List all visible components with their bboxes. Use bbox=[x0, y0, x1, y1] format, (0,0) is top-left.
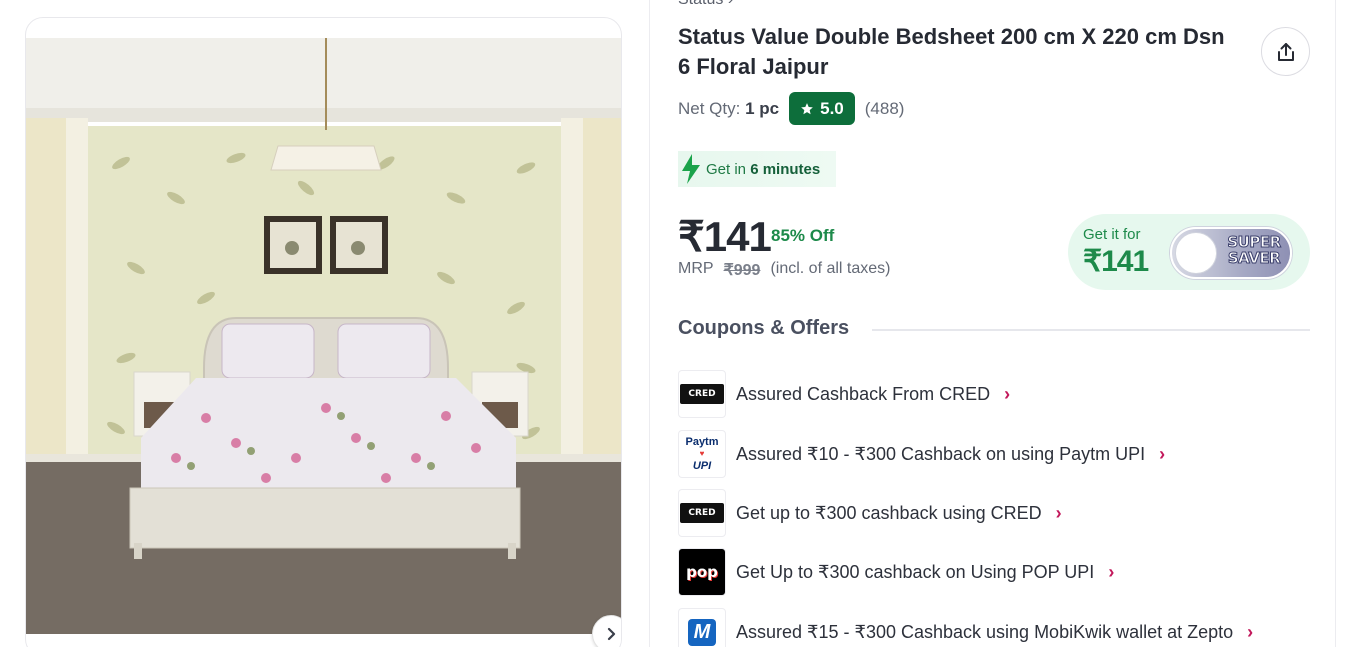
heart-icon: ♥ bbox=[699, 449, 705, 458]
chevron-right-icon: › bbox=[1247, 621, 1254, 642]
super-saver-toggle-label: SUPER SAVER bbox=[1224, 233, 1284, 267]
super-saver-toggle[interactable]: SUPER SAVER bbox=[1170, 227, 1292, 279]
offer-item-cred-upto[interactable]: CRED Get up to ₹300 cashback using CRED … bbox=[678, 489, 1318, 537]
toggle-knob bbox=[1175, 232, 1217, 274]
breadcrumb-separator: › bbox=[728, 0, 733, 8]
breadcrumb-brand[interactable]: Status bbox=[678, 0, 723, 8]
offer-text: Get Up to ₹300 cashback on Using POP UPI bbox=[736, 561, 1095, 582]
mrp-value: ₹999 bbox=[723, 262, 761, 279]
share-button[interactable] bbox=[1261, 27, 1310, 76]
offer-item-mobikwik[interactable]: M Assured ₹15 - ₹300 Cashback using Mobi… bbox=[678, 608, 1318, 647]
mrp-row: MRP ₹999 (incl. of all taxes) bbox=[678, 260, 890, 280]
selling-price: ₹141 bbox=[678, 213, 772, 260]
net-qty: Net Qty: 1 pc bbox=[678, 99, 779, 119]
chevron-right-icon bbox=[607, 627, 616, 641]
super-saver-price: ₹141 bbox=[1083, 245, 1149, 278]
net-qty-label: Net Qty: bbox=[678, 98, 741, 118]
product-photo bbox=[26, 38, 621, 634]
coupons-heading: Coupons & Offers bbox=[678, 317, 850, 339]
delivery-text: Get in 6 minutes bbox=[706, 161, 820, 178]
cred-logo: CRED bbox=[678, 489, 726, 537]
delivery-time: 6 minutes bbox=[750, 160, 821, 178]
tax-note: (incl. of all taxes) bbox=[770, 260, 891, 277]
offer-text: Assured Cashback From CRED bbox=[736, 383, 991, 404]
toggle-label-line-2: SAVER bbox=[1227, 249, 1281, 267]
rating-value: 5.0 bbox=[820, 98, 844, 118]
cred-logo: CRED bbox=[678, 370, 726, 418]
cred-logo-text: CRED bbox=[688, 389, 716, 399]
share-icon bbox=[1277, 42, 1294, 61]
chevron-right-icon: › bbox=[1004, 383, 1011, 404]
rating-count[interactable]: (488) bbox=[865, 99, 905, 119]
coupons-divider bbox=[872, 329, 1310, 331]
offer-text: Get up to ₹300 cashback using CRED bbox=[736, 502, 1042, 523]
paytm-logo-text: Paytm bbox=[685, 436, 719, 448]
column-divider bbox=[1335, 0, 1336, 647]
chevron-right-icon: › bbox=[1108, 561, 1115, 582]
delivery-eta: Get in 6 minutes bbox=[678, 151, 836, 187]
pop-logo: pop bbox=[678, 548, 726, 596]
breadcrumb[interactable]: Status › bbox=[678, 0, 733, 9]
chevron-right-icon: › bbox=[1159, 443, 1166, 464]
mrp-label: MRP bbox=[678, 260, 714, 277]
chevron-right-icon: › bbox=[1055, 502, 1062, 523]
qty-rating-row: Net Qty: 1 pc 5.0 (488) bbox=[678, 92, 904, 125]
super-saver-caption: Get it for bbox=[1083, 226, 1141, 243]
offer-item-cred-cashback[interactable]: CRED Assured Cashback From CRED › bbox=[678, 370, 1318, 418]
toggle-label-line-1: SUPER bbox=[1227, 233, 1282, 251]
rating-badge[interactable]: 5.0 bbox=[789, 92, 855, 125]
discount-label: 85% Off bbox=[771, 226, 835, 245]
product-title: Status Value Double Bedsheet 200 cm X 22… bbox=[678, 24, 1225, 79]
net-qty-value: 1 pc bbox=[745, 98, 780, 118]
image-next-button[interactable] bbox=[592, 615, 621, 647]
pop-logo-text: pop bbox=[686, 563, 718, 581]
paytm-upi-logo: Paytm ♥ UPI bbox=[678, 430, 726, 478]
upi-logo-text: UPI bbox=[692, 460, 712, 472]
offer-text: Assured ₹10 - ₹300 Cashback on using Pay… bbox=[736, 443, 1146, 464]
product-image-card bbox=[25, 17, 622, 647]
lightning-icon bbox=[682, 154, 700, 184]
column-divider bbox=[649, 0, 650, 647]
offer-item-pop-upi[interactable]: pop Get Up to ₹300 cashback on Using POP… bbox=[678, 548, 1318, 596]
mobikwik-logo: M bbox=[678, 608, 726, 647]
star-icon bbox=[801, 102, 813, 114]
cred-logo-text: CRED bbox=[688, 508, 716, 518]
offer-item-paytm-upi[interactable]: Paytm ♥ UPI Assured ₹10 - ₹300 Cashback … bbox=[678, 430, 1318, 478]
delivery-prefix: Get in bbox=[706, 160, 747, 178]
mobikwik-logo-text: M bbox=[687, 618, 717, 646]
offer-text: Assured ₹15 - ₹300 Cashback using MobiKw… bbox=[736, 621, 1234, 642]
